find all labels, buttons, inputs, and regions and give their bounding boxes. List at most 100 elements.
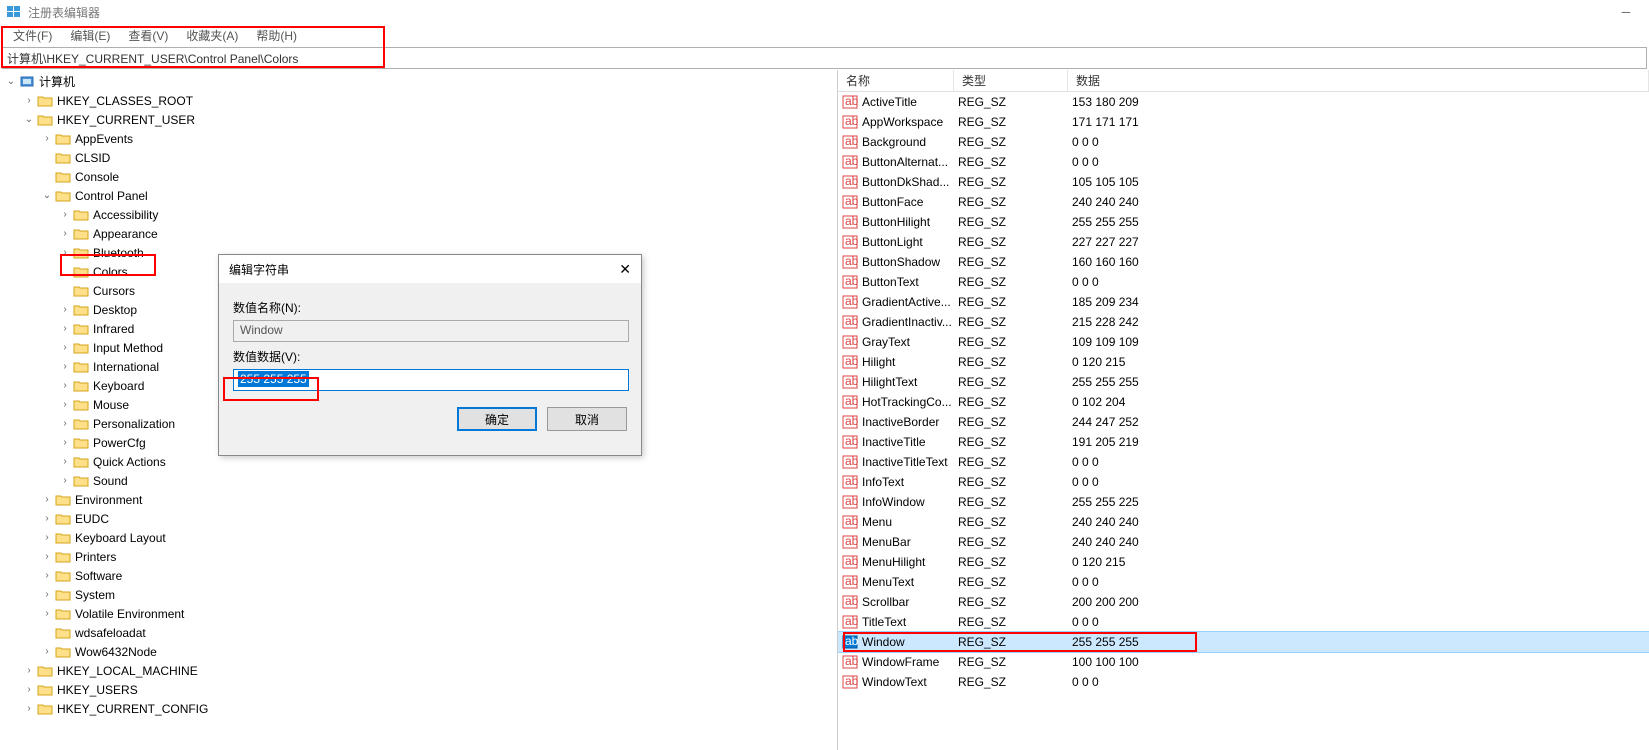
expander-icon[interactable]: › [58, 360, 72, 374]
expander-icon[interactable]: › [58, 417, 72, 431]
tree-hkcu[interactable]: ⌄HKEY_CURRENT_USER [0, 110, 837, 129]
list-row[interactable]: abInactiveTitleREG_SZ191 205 219 [838, 432, 1649, 452]
list-row[interactable]: abButtonTextREG_SZ0 0 0 [838, 272, 1649, 292]
dialog-titlebar[interactable]: 编辑字符串 ✕ [219, 255, 641, 283]
list-row[interactable]: abHilightREG_SZ0 120 215 [838, 352, 1649, 372]
list-row[interactable]: abButtonDkShad...REG_SZ105 105 105 [838, 172, 1649, 192]
expander-icon[interactable]: ⌄ [4, 75, 18, 89]
list-row[interactable]: abWindowTextREG_SZ0 0 0 [838, 672, 1649, 692]
expander-icon[interactable]: › [58, 436, 72, 450]
tree-keyboard-layout[interactable]: ›Keyboard Layout [0, 528, 837, 547]
column-name[interactable]: 名称 [838, 70, 954, 91]
list-body[interactable]: abActiveTitleREG_SZ153 180 209abAppWorks… [838, 92, 1649, 750]
list-row[interactable]: abTitleTextREG_SZ0 0 0 [838, 612, 1649, 632]
expander-icon[interactable]: › [40, 588, 54, 602]
expander-icon[interactable]: › [58, 379, 72, 393]
list-row[interactable]: abMenuBarREG_SZ240 240 240 [838, 532, 1649, 552]
expander-icon[interactable]: › [40, 531, 54, 545]
minimize-button[interactable]: ─ [1603, 0, 1649, 24]
column-data[interactable]: 数据 [1068, 70, 1649, 91]
tree-eudc[interactable]: ›EUDC [0, 509, 837, 528]
expander-icon[interactable]: ⌄ [40, 189, 54, 203]
menu-favorites[interactable]: 收藏夹(A) [177, 27, 247, 44]
expander-icon[interactable]: › [40, 569, 54, 583]
address-bar[interactable]: 计算机\HKEY_CURRENT_USER\Control Panel\Colo… [2, 47, 1647, 69]
close-icon[interactable]: ✕ [619, 261, 631, 278]
expander-icon[interactable]: › [40, 132, 54, 146]
tree-control-panel[interactable]: ⌄Control Panel [0, 186, 837, 205]
ok-button[interactable]: 确定 [457, 407, 537, 431]
list-row[interactable]: abAppWorkspaceREG_SZ171 171 171 [838, 112, 1649, 132]
expander-icon[interactable]: › [58, 246, 72, 260]
expander-icon[interactable]: › [58, 455, 72, 469]
expander-icon[interactable]: › [58, 398, 72, 412]
list-row[interactable]: abInactiveBorderREG_SZ244 247 252 [838, 412, 1649, 432]
expander-icon[interactable]: › [40, 493, 54, 507]
list-row[interactable]: abGradientInactiv...REG_SZ215 228 242 [838, 312, 1649, 332]
list-row[interactable]: abButtonHilightREG_SZ255 255 255 [838, 212, 1649, 232]
menu-help[interactable]: 帮助(H) [247, 27, 306, 44]
expander-icon[interactable]: › [58, 322, 72, 336]
tree-hkcc[interactable]: › HKEY_CURRENT_CONFIG [0, 699, 837, 718]
tree-label: HKEY_CURRENT_CONFIG [57, 702, 208, 716]
expander-icon[interactable]: › [40, 550, 54, 564]
list-row[interactable]: abInfoWindowREG_SZ255 255 225 [838, 492, 1649, 512]
expander-icon[interactable]: › [22, 683, 36, 697]
expander-icon[interactable]: › [58, 303, 72, 317]
list-row[interactable]: abWindowREG_SZ255 255 255 [838, 632, 1649, 652]
list-row[interactable]: abBackgroundREG_SZ0 0 0 [838, 132, 1649, 152]
list-row[interactable]: abWindowFrameREG_SZ100 100 100 [838, 652, 1649, 672]
tree-clsid[interactable]: CLSID [0, 148, 837, 167]
expander-icon[interactable]: ⌄ [22, 113, 36, 127]
tree-environment[interactable]: › Environment [0, 490, 837, 509]
tree-accessibility[interactable]: ›Accessibility [0, 205, 837, 224]
list-row[interactable]: abButtonLightREG_SZ227 227 227 [838, 232, 1649, 252]
expander-icon[interactable]: › [22, 664, 36, 678]
list-row[interactable]: abButtonShadowREG_SZ160 160 160 [838, 252, 1649, 272]
tree-hku[interactable]: ›HKEY_USERS [0, 680, 837, 699]
expander-icon[interactable]: › [58, 474, 72, 488]
list-row[interactable]: abButtonFaceREG_SZ240 240 240 [838, 192, 1649, 212]
menu-view[interactable]: 查看(V) [119, 27, 177, 44]
tree-volatile-environment[interactable]: ›Volatile Environment [0, 604, 837, 623]
tree-console[interactable]: Console [0, 167, 837, 186]
column-type[interactable]: 类型 [954, 70, 1068, 91]
cancel-button[interactable]: 取消 [547, 407, 627, 431]
list-row[interactable]: abMenuREG_SZ240 240 240 [838, 512, 1649, 532]
menu-file[interactable]: 文件(F) [4, 27, 61, 44]
list-row[interactable]: abMenuTextREG_SZ0 0 0 [838, 572, 1649, 592]
list-row[interactable]: abInactiveTitleTextREG_SZ0 0 0 [838, 452, 1649, 472]
tree-hklm[interactable]: ›HKEY_LOCAL_MACHINE [0, 661, 837, 680]
expander-icon[interactable]: › [40, 512, 54, 526]
expander-icon[interactable]: › [22, 702, 36, 716]
expander-icon[interactable]: › [58, 227, 72, 241]
list-row[interactable]: abButtonAlternat...REG_SZ0 0 0 [838, 152, 1649, 172]
tree-wdsafeloadat[interactable]: wdsafeloadat [0, 623, 837, 642]
expander-icon[interactable]: › [40, 607, 54, 621]
tree-computer[interactable]: ⌄计算机 [0, 72, 837, 91]
list-row[interactable]: abMenuHilightREG_SZ0 120 215 [838, 552, 1649, 572]
tree-wow6432node[interactable]: ›Wow6432Node [0, 642, 837, 661]
tree-software[interactable]: ›Software [0, 566, 837, 585]
tree-label: Environment [75, 493, 142, 507]
expander-icon[interactable]: › [58, 208, 72, 222]
expander-icon[interactable]: › [22, 94, 36, 108]
tree-sound[interactable]: ›Sound [0, 471, 837, 490]
tree-system[interactable]: ›System [0, 585, 837, 604]
list-row[interactable]: abHilightTextREG_SZ255 255 255 [838, 372, 1649, 392]
expander-icon[interactable]: › [40, 645, 54, 659]
tree-appearance[interactable]: ›Appearance [0, 224, 837, 243]
list-row[interactable]: abActiveTitleREG_SZ153 180 209 [838, 92, 1649, 112]
folder-icon [55, 569, 71, 583]
menu-edit[interactable]: 编辑(E) [61, 27, 119, 44]
list-row[interactable]: abGrayTextREG_SZ109 109 109 [838, 332, 1649, 352]
tree-appevents[interactable]: ›AppEvents [0, 129, 837, 148]
list-row[interactable]: abGradientActive...REG_SZ185 209 234 [838, 292, 1649, 312]
list-row[interactable]: abInfoTextREG_SZ0 0 0 [838, 472, 1649, 492]
list-row[interactable]: abHotTrackingCo...REG_SZ0 102 204 [838, 392, 1649, 412]
list-row[interactable]: abScrollbarREG_SZ200 200 200 [838, 592, 1649, 612]
tree-hkcr[interactable]: ›HKEY_CLASSES_ROOT [0, 91, 837, 110]
tree-printers[interactable]: ›Printers [0, 547, 837, 566]
value-data-input[interactable]: 255 255 255 [233, 369, 629, 391]
expander-icon[interactable]: › [58, 341, 72, 355]
